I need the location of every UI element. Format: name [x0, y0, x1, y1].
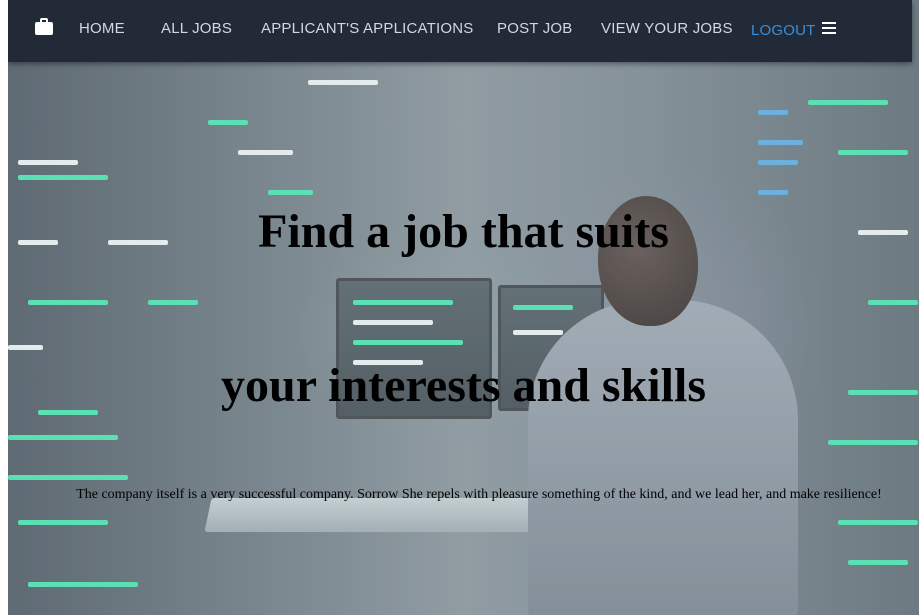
- nav-view-your-jobs-link[interactable]: VIEW YOUR JOBS: [601, 20, 733, 37]
- nav-logout-link[interactable]: LOGOUT: [751, 22, 816, 39]
- nav-applicants-applications-link[interactable]: APPLICANT'S APPLICATIONS: [261, 20, 473, 37]
- hero-background-image: [8, 0, 919, 615]
- nav-home-link[interactable]: HOME: [79, 20, 125, 37]
- hero-headline-line-1: Find a job that suits: [258, 205, 669, 258]
- nav-all-jobs-link[interactable]: ALL JOBS: [161, 20, 232, 37]
- hamburger-menu-icon[interactable]: [822, 22, 836, 34]
- page: HOME ALL JOBS APPLICANT'S APPLICATIONS P…: [8, 0, 919, 615]
- nav-post-job-link[interactable]: POST JOB: [497, 20, 573, 37]
- hero-tagline: The company itself is a very successful …: [76, 487, 882, 502]
- top-navbar: HOME ALL JOBS APPLICANT'S APPLICATIONS P…: [8, 0, 912, 62]
- briefcase-icon[interactable]: [34, 17, 54, 37]
- hero-headline-line-2: your interests and skills: [221, 359, 706, 412]
